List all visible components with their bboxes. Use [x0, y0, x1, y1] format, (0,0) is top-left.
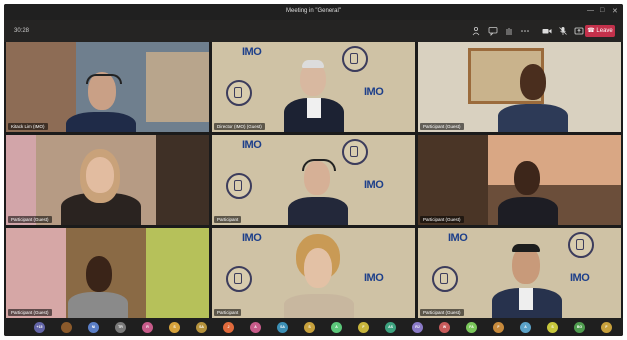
- more-icon[interactable]: [520, 26, 530, 36]
- participant-avatar[interactable]: A: [250, 322, 261, 333]
- participant-name: Participant (Guest): [420, 216, 464, 223]
- participant-name: Participant (Guest): [420, 123, 464, 130]
- participant-avatar[interactable]: S: [304, 322, 315, 333]
- participant-avatar[interactable]: TR: [115, 322, 126, 333]
- participant-avatar[interactable]: SA: [196, 322, 207, 333]
- mic-icon[interactable]: [558, 26, 568, 36]
- imo-logo: IMO: [448, 232, 468, 244]
- imo-seal: [226, 266, 252, 292]
- participant-avatar[interactable]: S: [169, 322, 180, 333]
- participant-name: Participant (Guest): [420, 309, 464, 316]
- participant-avatar[interactable]: [61, 322, 72, 333]
- imo-seal: [342, 139, 368, 165]
- participant-avatar[interactable]: A: [331, 322, 342, 333]
- imo-logo: IMO: [242, 46, 262, 58]
- participant-avatar[interactable]: F: [358, 322, 369, 333]
- participant-avatar[interactable]: J: [223, 322, 234, 333]
- video-tile[interactable]: IMO IMO Director (IMO) (Guest): [212, 42, 415, 132]
- imo-seal: [432, 266, 458, 292]
- participant-avatar-strip: +15 NI TR R S SA J A SA S A F AS RJ W FA F A S BG F: [4, 318, 623, 336]
- video-tile[interactable]: IMO IMO Participant (Guest): [418, 228, 621, 318]
- video-grid: Kitack Lim (IMO) IMO IMO Director (IMO) …: [6, 42, 621, 318]
- imo-seal: [342, 46, 368, 72]
- imo-logo: IMO: [364, 272, 384, 284]
- leave-button[interactable]: ☎ Leave: [585, 25, 615, 37]
- participant-name: Participant: [214, 216, 242, 223]
- imo-logo: IMO: [364, 179, 384, 191]
- video-tile[interactable]: IMO IMO Participant: [212, 135, 415, 225]
- video-tile[interactable]: Participant (Guest): [6, 135, 209, 225]
- imo-seal: [568, 232, 594, 258]
- participant-avatar[interactable]: AS: [385, 322, 396, 333]
- participant-name: Participant (Guest): [8, 309, 52, 316]
- video-tile[interactable]: Participant (Guest): [418, 135, 621, 225]
- imo-logo: IMO: [242, 139, 262, 151]
- close-button[interactable]: ✕: [612, 7, 618, 15]
- participant-avatar[interactable]: +15: [34, 322, 45, 333]
- camera-icon[interactable]: [542, 26, 552, 36]
- imo-logo: IMO: [364, 86, 384, 98]
- imo-logo: IMO: [570, 272, 590, 284]
- imo-seal: [226, 173, 252, 199]
- participant-avatar[interactable]: F: [601, 322, 612, 333]
- participant-name: Director (IMO) (Guest): [214, 123, 265, 130]
- video-tile[interactable]: IMO IMO Participant: [212, 228, 415, 318]
- raise-hand-icon[interactable]: [504, 26, 514, 36]
- meeting-toolbar: 30:28 ☎ Leave: [4, 20, 623, 42]
- participant-name: Participant: [214, 309, 242, 316]
- participant-avatar[interactable]: BG: [574, 322, 585, 333]
- participant-avatar[interactable]: R: [142, 322, 153, 333]
- participant-avatar[interactable]: SA: [277, 322, 288, 333]
- meeting-timer: 30:28: [14, 28, 30, 34]
- chat-icon[interactable]: [488, 26, 498, 36]
- maximize-button[interactable]: □: [600, 7, 604, 14]
- imo-seal: [226, 80, 252, 106]
- video-tile[interactable]: Kitack Lim (IMO): [6, 42, 209, 132]
- window-title: Meeting in "General": [286, 8, 341, 14]
- participant-name: Participant (Guest): [8, 216, 52, 223]
- leave-label: Leave: [596, 28, 613, 34]
- title-bar: Meeting in "General" — □ ✕: [4, 4, 623, 20]
- participant-name: Kitack Lim (IMO): [8, 123, 48, 130]
- participant-avatar[interactable]: NI: [88, 322, 99, 333]
- participant-avatar[interactable]: FA: [466, 322, 477, 333]
- participant-avatar[interactable]: A: [520, 322, 531, 333]
- participant-avatar[interactable]: S: [547, 322, 558, 333]
- share-icon[interactable]: [574, 26, 584, 36]
- participant-avatar[interactable]: W: [439, 322, 450, 333]
- imo-logo: IMO: [242, 232, 262, 244]
- video-tile[interactable]: Participant (Guest): [6, 228, 209, 318]
- video-tile[interactable]: Participant (Guest): [418, 42, 621, 132]
- people-icon[interactable]: [472, 26, 482, 36]
- minimize-button[interactable]: —: [587, 7, 594, 14]
- participant-avatar[interactable]: F: [493, 322, 504, 333]
- teams-meeting-window: Meeting in "General" — □ ✕ 30:28 ☎ Leave: [4, 4, 623, 336]
- participant-avatar[interactable]: RJ: [412, 322, 423, 333]
